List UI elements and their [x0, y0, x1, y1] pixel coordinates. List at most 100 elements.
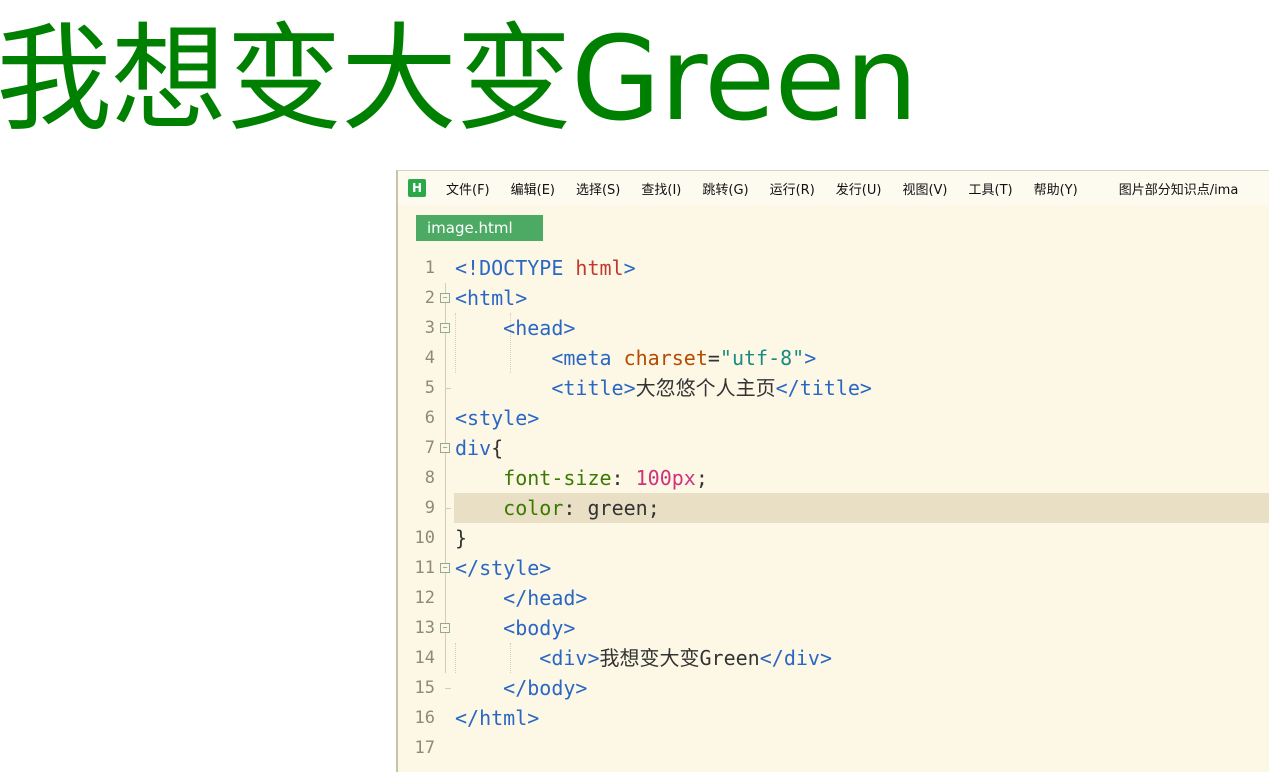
line-number: 11: [414, 558, 435, 578]
rendered-heading: 我想变大变Green: [0, 12, 918, 147]
token-tag: </div>: [759, 646, 832, 670]
token-tag: <title>: [551, 376, 636, 400]
code-line-7: 7 − div{: [398, 433, 1269, 463]
token-tag: <meta: [551, 346, 624, 370]
code-text: </style>: [455, 553, 551, 583]
fold-toggle-icon[interactable]: −: [440, 323, 450, 333]
line-number: 2: [424, 288, 435, 308]
code-text: <meta charset="utf-8">: [455, 343, 816, 373]
token-tag: <!DOCTYPE: [455, 256, 576, 280]
token-text: :: [611, 466, 636, 490]
fold-toggle-icon[interactable]: −: [440, 563, 450, 573]
menu-select[interactable]: 选择(S): [576, 179, 620, 198]
code-line-9-active: 9 color: green;: [398, 493, 1269, 523]
line-number: 1: [424, 258, 435, 278]
menu-bar: H 文件(F) 编辑(E) 选择(S) 查找(I) 跳转(G) 运行(R) 发行…: [398, 171, 1269, 205]
line-number: 9: [424, 498, 435, 518]
code-line-1: 1 <!DOCTYPE html>: [398, 253, 1269, 283]
token-text: :: [563, 496, 588, 520]
menu-view[interactable]: 视图(V): [902, 179, 947, 198]
code-line-5: 5 <title>大忽悠个人主页</title>: [398, 373, 1269, 403]
token-property: font-size: [503, 466, 612, 490]
token-selector: div: [455, 436, 492, 460]
fold-toggle-icon[interactable]: −: [440, 293, 450, 303]
line-number: 15: [414, 678, 435, 698]
code-line-11: 11 − </style>: [398, 553, 1269, 583]
code-line-6: 6 <style>: [398, 403, 1269, 433]
code-line-13: 13 − <body>: [398, 613, 1269, 643]
menu-file[interactable]: 文件(F): [446, 179, 490, 198]
code-text: <body>: [455, 613, 575, 643]
menu-help[interactable]: 帮助(Y): [1034, 179, 1078, 198]
token-tag: <html>: [455, 286, 528, 310]
token-tag: </title>: [775, 376, 872, 400]
code-text: <head>: [455, 313, 575, 343]
code-text: <style>: [455, 403, 539, 433]
token-tag: <body>: [503, 616, 576, 640]
code-line-17: 17: [398, 733, 1269, 763]
code-text: </body>: [455, 673, 587, 703]
token-text: 大忽悠个人主页: [635, 376, 776, 400]
token-tag: </style>: [455, 556, 552, 580]
line-number: 12: [414, 588, 435, 608]
code-text: </html>: [455, 703, 539, 733]
token-tag: </html>: [455, 706, 540, 730]
code-text: <!DOCTYPE html>: [455, 253, 636, 283]
line-number: 13: [414, 618, 435, 638]
code-line-14: 14 <div>我想变大变Green</div>: [398, 643, 1269, 673]
token-attr: charset: [623, 346, 708, 370]
code-line-16: 16 </html>: [398, 703, 1269, 733]
code-line-2: 2 − <html>: [398, 283, 1269, 313]
menu-run[interactable]: 运行(R): [770, 179, 815, 198]
token-tag: >: [623, 256, 636, 280]
token-unit: px: [671, 466, 696, 490]
line-number: 17: [414, 738, 435, 758]
code-line-15: 15 </body>: [398, 673, 1269, 703]
token-text: 我想变大变Green: [599, 646, 760, 670]
token-tag: <style>: [455, 406, 540, 430]
window-title: 图片部分知识点/ima: [1118, 182, 1239, 198]
line-number: 5: [424, 378, 435, 398]
code-text: }: [455, 523, 467, 553]
menu-tools[interactable]: 工具(T): [969, 179, 1013, 198]
code-text: <html>: [455, 283, 527, 313]
tab-bar: image.html: [416, 215, 543, 241]
token-value: green: [587, 496, 648, 520]
line-number: 10: [414, 528, 435, 548]
token-property: color: [503, 496, 564, 520]
hbuilder-editor-window: H 文件(F) 编辑(E) 选择(S) 查找(I) 跳转(G) 运行(R) 发行…: [396, 170, 1269, 772]
code-area[interactable]: 1 <!DOCTYPE html> 2 − <html> 3 − <head> …: [398, 253, 1269, 772]
code-line-12: 12 </head>: [398, 583, 1269, 613]
fold-toggle-icon[interactable]: −: [440, 443, 450, 453]
code-text: div{: [455, 433, 503, 463]
fold-toggle-icon[interactable]: −: [440, 623, 450, 633]
token-tag: </body>: [503, 676, 588, 700]
tab-image-html[interactable]: image.html: [416, 215, 543, 241]
token-tag: <head>: [503, 316, 576, 340]
line-number: 6: [424, 408, 435, 428]
hbuilder-logo-icon: H: [408, 179, 426, 197]
token-tag: >: [804, 346, 817, 370]
line-number: 7: [424, 438, 435, 458]
line-number: 14: [414, 648, 435, 668]
line-number: 8: [424, 468, 435, 488]
line-number: 4: [424, 348, 435, 368]
menu-goto[interactable]: 跳转(G): [702, 179, 748, 198]
code-text: </head>: [455, 583, 587, 613]
token-string: "utf-8": [719, 346, 805, 370]
code-text: <title>大忽悠个人主页</title>: [455, 373, 872, 403]
code-text: <div>我想变大变Green</div>: [455, 643, 832, 673]
code-text: font-size: 100px;: [455, 463, 708, 493]
token-text: }: [455, 526, 468, 550]
menu-find[interactable]: 查找(I): [641, 179, 681, 198]
token-tag: <div>: [539, 646, 600, 670]
line-number: 16: [414, 708, 435, 728]
menu-edit[interactable]: 编辑(E): [511, 179, 555, 198]
code-line-8: 8 font-size: 100px;: [398, 463, 1269, 493]
code-line-10: 10 }: [398, 523, 1269, 553]
menu-publish[interactable]: 发行(U): [836, 179, 882, 198]
token-text: ;: [647, 496, 660, 520]
token-text: =: [707, 346, 720, 370]
token-number: 100: [635, 466, 672, 490]
token-text: {: [491, 436, 504, 460]
